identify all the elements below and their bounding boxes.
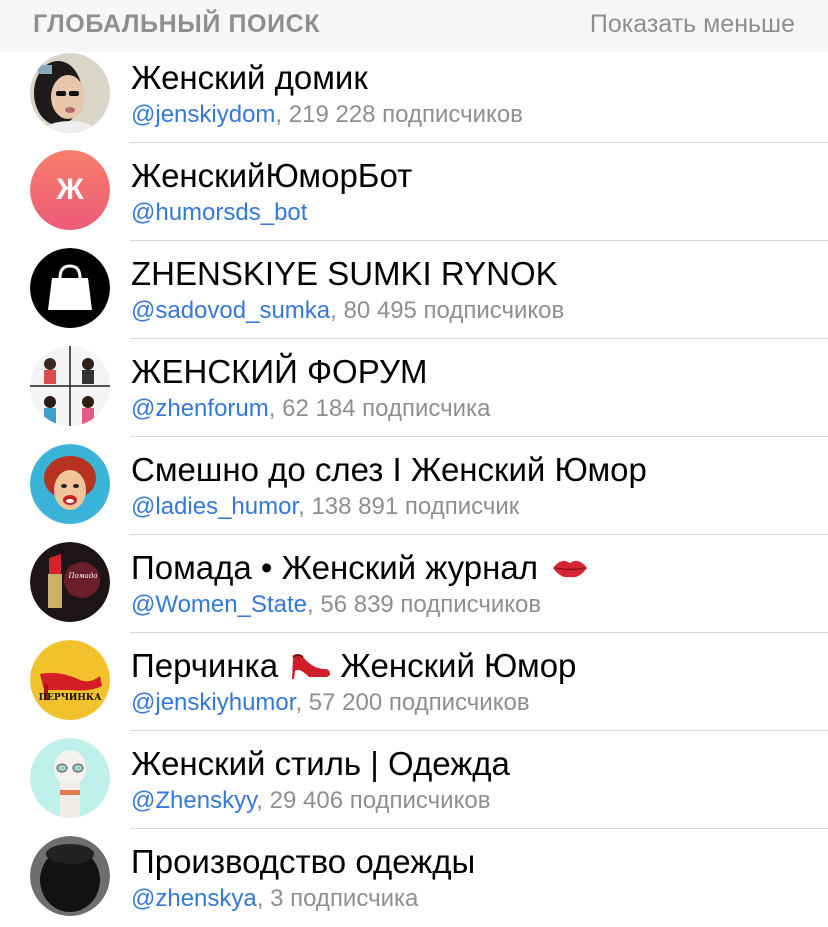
black-cap-avatar xyxy=(30,836,110,916)
subscriber-count: , 62 184 подписчика xyxy=(268,395,491,422)
popart-woman-avatar xyxy=(30,444,110,524)
subscriber-count: , 57 200 подписчиков xyxy=(295,689,530,716)
result-handle[interactable]: @ladies_humor xyxy=(131,493,298,520)
result-subtitle: @sadovod_sumka, 80 495 подписчиков xyxy=(131,296,564,326)
result-subtitle: @jenskiyhumor, 57 200 подписчиков xyxy=(131,688,530,718)
result-title: Помада • Женский журнал xyxy=(131,548,589,590)
result-title: Смешно до слез I Женский Юмор xyxy=(131,451,647,488)
result-title: ZHENSKIYE SUMKI RYNOK xyxy=(131,255,558,292)
list-item[interactable]: Помада Помада • Женский журнал @Women_St… xyxy=(0,535,828,633)
list-item[interactable]: Смешно до слез I Женский Юмор @ladies_hu… xyxy=(0,437,828,535)
avatar-letter: Ж xyxy=(56,173,84,206)
high-heel-icon xyxy=(291,647,331,690)
result-handle[interactable]: @humorsds_bot xyxy=(131,199,307,226)
result-title-text: Помада • Женский журнал xyxy=(131,549,538,586)
list-item[interactable]: Ж ЖенскийЮморБот @humorsds_bot xyxy=(0,143,828,241)
llama-avatar xyxy=(30,738,110,818)
subscriber-count: , 80 495 подписчиков xyxy=(330,297,565,324)
list-item[interactable]: Производство одежды @zhenskya, 3 подписч… xyxy=(0,829,828,927)
red-shoe-avatar: ПЕРЧИНКА xyxy=(30,640,110,720)
subscriber-count: , 138 891 подписчик xyxy=(298,493,520,520)
result-handle[interactable]: @zhenforum xyxy=(131,395,269,422)
global-search-header: ГЛОБАЛЬНЫЙ ПОИСК Показать меньше xyxy=(0,0,828,52)
result-title: ЖенскийЮморБот xyxy=(131,157,413,194)
result-title-text: Женский Юмор xyxy=(340,647,577,684)
forum-collage-avatar xyxy=(30,346,110,426)
letter-zh-avatar: Ж xyxy=(30,150,110,230)
list-item[interactable]: ZHENSKIYE SUMKI RYNOK @sadovod_sumka, 80… xyxy=(0,241,828,339)
result-handle[interactable]: @sadovod_sumka xyxy=(131,297,330,324)
subscriber-count: , 29 406 подписчиков xyxy=(256,787,491,814)
subscriber-count: , 219 228 подписчиков xyxy=(275,101,523,128)
result-handle[interactable]: @jenskiyhumor xyxy=(131,689,295,716)
result-title: Перчинка Женский Юмор xyxy=(131,646,576,690)
result-title: Женский домик xyxy=(131,59,368,96)
result-handle[interactable]: @jenskiydom xyxy=(131,101,275,128)
result-subtitle: @zhenskya, 3 подписчика xyxy=(131,884,418,914)
result-handle[interactable]: @zhenskya xyxy=(131,885,257,912)
result-title: Производство одежды xyxy=(131,843,476,880)
lipstick-avatar: Помада xyxy=(30,542,110,622)
result-subtitle: @ladies_humor, 138 891 подписчик xyxy=(131,492,519,522)
lips-icon xyxy=(551,550,589,590)
result-subtitle: @jenskiydom, 219 228 подписчиков xyxy=(131,100,523,130)
list-item[interactable]: ЖЕНСКИЙ ФОРУМ @zhenforum, 62 184 подписч… xyxy=(0,339,828,437)
avatar-caption: Помада xyxy=(68,572,98,580)
result-title-text: Перчинка xyxy=(131,647,279,684)
woman-sunglasses-avatar xyxy=(30,53,110,133)
result-title: Женский стиль | Одежда xyxy=(131,745,510,782)
list-item[interactable]: Женский стиль | Одежда @Zhenskyy, 29 406… xyxy=(0,731,828,829)
shopping-bag-avatar xyxy=(30,248,110,328)
search-results-list: Женский домик @jenskiydom, 219 228 подпи… xyxy=(0,52,828,927)
list-item[interactable]: Женский домик @jenskiydom, 219 228 подпи… xyxy=(0,52,828,143)
show-less-button[interactable]: Показать меньше xyxy=(590,10,795,39)
result-handle[interactable]: @Zhenskyy xyxy=(131,787,256,814)
result-subtitle: @Women_State, 56 839 подписчиков xyxy=(131,590,541,620)
section-title: ГЛОБАЛЬНЫЙ ПОИСК xyxy=(33,10,321,38)
result-title: ЖЕНСКИЙ ФОРУМ xyxy=(131,353,428,390)
result-subtitle: @Zhenskyy, 29 406 подписчиков xyxy=(131,786,490,816)
result-subtitle: @humorsds_bot xyxy=(131,198,307,228)
subscriber-count: , 3 подписчика xyxy=(256,885,419,912)
subscriber-count: , 56 839 подписчиков xyxy=(307,591,542,618)
result-handle[interactable]: @Women_State xyxy=(131,591,307,618)
list-item[interactable]: ПЕРЧИНКА Перчинка Женский Юмор @jenskiyh… xyxy=(0,633,828,731)
result-subtitle: @zhenforum, 62 184 подписчика xyxy=(131,394,490,424)
avatar-caption: ПЕРЧИНКА xyxy=(38,693,102,703)
